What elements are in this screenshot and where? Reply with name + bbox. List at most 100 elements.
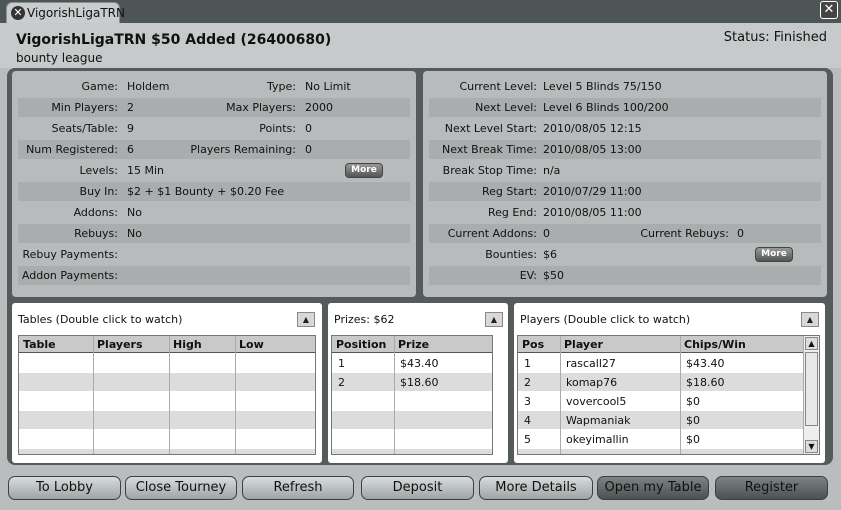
table-row[interactable] <box>19 373 315 391</box>
table-cell: $0 <box>686 414 700 427</box>
button-close-tourney[interactable]: Close Tourney <box>125 476 237 500</box>
table-row[interactable] <box>19 354 315 372</box>
level-info-panel: Current Level: Level 5 Blinds 75/150 Next … <box>423 71 827 297</box>
info-row: Current Addons: 0 Current Rebuys: 0 <box>429 224 821 243</box>
grid-header: Table Players High Low <box>19 336 315 353</box>
info-label: Reg End: <box>487 206 537 219</box>
tourney-info-panel: Game: Holdem Type: No Limit Min Players: 2 Max… <box>12 71 416 297</box>
table-row[interactable] <box>332 392 492 410</box>
info-value: 2 <box>127 101 134 114</box>
column-header[interactable]: Prize <box>398 338 429 351</box>
info-row: Rebuy Payments: <box>18 245 410 264</box>
info-label: Points: <box>259 122 296 135</box>
collapse-up-icon[interactable]: ▲ <box>485 312 503 327</box>
table-cell: 2 <box>338 376 345 389</box>
button-deposit[interactable]: Deposit <box>361 476 474 500</box>
table-row[interactable]: 3 vovercool5 $0 <box>518 392 819 410</box>
column-header[interactable]: Player <box>564 338 603 351</box>
info-row: Game: Holdem Type: No Limit <box>18 77 410 96</box>
column-header[interactable]: Low <box>239 338 264 351</box>
scrollbar[interactable]: ▲ ▼ <box>803 336 819 454</box>
table-cell: $18.60 <box>686 376 725 389</box>
table-row[interactable] <box>19 449 315 454</box>
table-row[interactable] <box>332 449 492 454</box>
table-row[interactable]: 6 4alsed77 $0 <box>518 449 819 454</box>
info-label: Buy In: <box>79 185 118 198</box>
tables-grid[interactable]: Table Players High Low <box>18 335 316 455</box>
info-value: 2010/07/29 11:00 <box>543 185 642 198</box>
scroll-thumb[interactable] <box>805 352 818 426</box>
table-row[interactable] <box>332 411 492 429</box>
column-header[interactable]: High <box>173 338 202 351</box>
table-row[interactable]: 2 $18.60 <box>332 373 492 391</box>
close-window-button[interactable]: ✕ <box>820 1 838 19</box>
column-divider <box>93 336 94 454</box>
info-label: Game: <box>81 80 118 93</box>
info-label: Bounties: <box>485 248 537 261</box>
tab-tourney[interactable]: ✕ VigorishLigaTRN <box>6 2 125 23</box>
info-label: Rebuy Payments: <box>22 248 118 261</box>
table-cell: 5 <box>524 433 531 446</box>
info-label: Current Rebuys: <box>640 227 729 240</box>
column-header[interactable]: Position <box>336 338 386 351</box>
scroll-up-icon[interactable]: ▲ <box>805 337 818 350</box>
info-value: No <box>127 206 142 219</box>
table-row[interactable]: 5 okeyimallin $0 <box>518 430 819 448</box>
table-row[interactable]: 1 rascall27 $43.40 <box>518 354 819 372</box>
info-value: 2010/08/05 13:00 <box>543 143 642 156</box>
table-cell: $43.40 <box>400 357 439 370</box>
more-button[interactable]: More <box>755 247 793 262</box>
prizes-grid[interactable]: Position Prize 1 $43.40 2 $18.60 <box>331 335 493 455</box>
table-row[interactable]: 4 Wapmaniak $0 <box>518 411 819 429</box>
table-cell: okeyimallin <box>566 433 629 446</box>
table-row[interactable] <box>332 430 492 448</box>
table-cell: $43.40 <box>686 357 725 370</box>
info-row: Min Players: 2 Max Players: 2000 <box>18 98 410 117</box>
button-more-details[interactable]: More Details <box>479 476 593 500</box>
table-row[interactable] <box>19 430 315 448</box>
players-grid[interactable]: Pos Player Chips/Win 1 rascall27 $43.40 2 komap… <box>517 335 820 455</box>
table-cell: $0 <box>686 433 700 446</box>
table-row[interactable] <box>19 411 315 429</box>
header: VigorishLigaTRN $50 Added (26400680) bou… <box>0 23 841 68</box>
close-tab-icon[interactable]: ✕ <box>11 6 25 20</box>
collapse-up-icon[interactable]: ▲ <box>801 312 819 327</box>
page-subtitle: bounty league <box>16 51 103 65</box>
more-button[interactable]: More <box>345 163 383 178</box>
button-to-lobby[interactable]: To Lobby <box>8 476 121 500</box>
button-open-my-table[interactable]: Open my Table <box>597 476 709 500</box>
info-value: $50 <box>543 269 564 282</box>
tables-pane-header: Tables (Double click to watch) <box>18 313 183 326</box>
column-divider <box>235 336 236 454</box>
button-register[interactable]: Register <box>715 476 828 500</box>
tab-label: VigorishLigaTRN <box>27 6 125 20</box>
info-row: Levels: 15 Min More <box>18 161 410 180</box>
info-label: Num Registered: <box>26 143 118 156</box>
tourney-window: ✕ VigorishLigaTRN ✕ VigorishLigaTRN $50 … <box>0 0 841 510</box>
info-value: Level 6 Blinds 100/200 <box>543 101 669 114</box>
column-header[interactable]: Chips/Win <box>684 338 746 351</box>
info-label: Next Break Time: <box>442 143 537 156</box>
info-row: Next Level Start: 2010/08/05 12:15 <box>429 119 821 138</box>
table-row[interactable] <box>19 392 315 410</box>
table-cell: 4alsed77 <box>566 452 616 454</box>
info-row: Reg End: 2010/08/05 11:00 <box>429 203 821 222</box>
info-value: $2 + $1 Bounty + $0.20 Fee <box>127 185 285 198</box>
tab-bar: ✕ VigorishLigaTRN ✕ <box>0 0 841 23</box>
column-header[interactable]: Pos <box>522 338 544 351</box>
column-divider <box>680 336 681 454</box>
table-row[interactable]: 2 komap76 $18.60 <box>518 373 819 391</box>
table-row[interactable]: 1 $43.40 <box>332 354 492 372</box>
scroll-down-icon[interactable]: ▼ <box>805 440 818 453</box>
column-header[interactable]: Players <box>97 338 143 351</box>
info-row: Break Stop Time: n/a <box>429 161 821 180</box>
info-value: 2010/08/05 12:15 <box>543 122 642 135</box>
collapse-up-icon[interactable]: ▲ <box>297 312 315 327</box>
table-cell: 2 <box>524 376 531 389</box>
column-header[interactable]: Table <box>23 338 56 351</box>
info-value: 2010/08/05 11:00 <box>543 206 642 219</box>
button-refresh[interactable]: Refresh <box>242 476 354 500</box>
info-label: Addon Payments: <box>21 269 118 282</box>
info-label: Next Level Start: <box>444 122 537 135</box>
info-value: Level 5 Blinds 75/150 <box>543 80 662 93</box>
